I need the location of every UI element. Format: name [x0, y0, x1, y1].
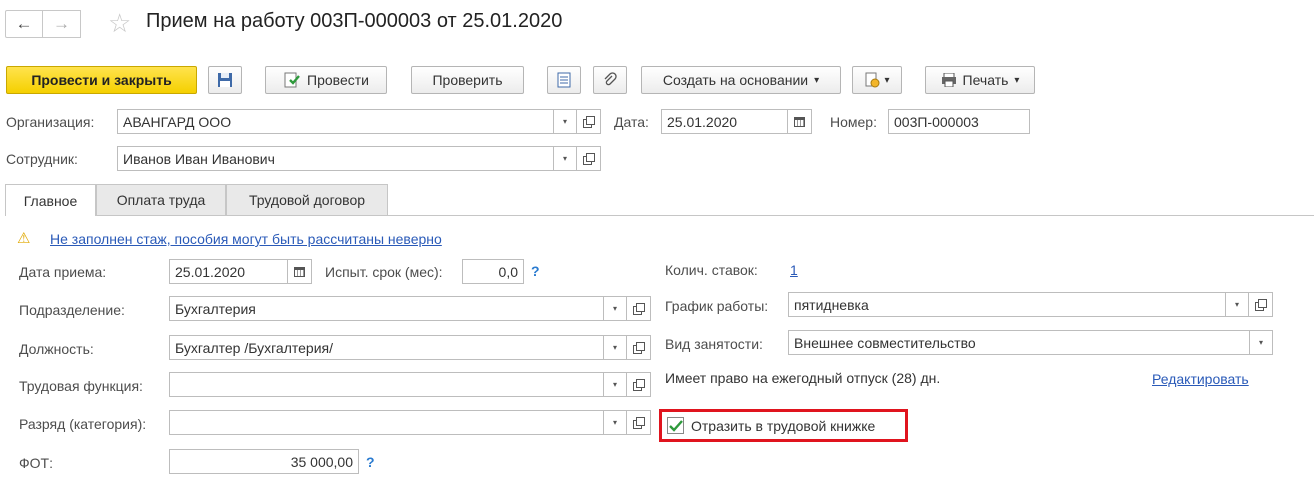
fot-label: ФОТ:: [19, 455, 53, 471]
warning-link[interactable]: Не заполнен стаж, пособия могут быть рас…: [50, 231, 442, 247]
organization-label: Организация:: [6, 114, 95, 130]
date-calendar-button[interactable]: [788, 109, 812, 134]
save-button[interactable]: [208, 66, 242, 94]
create-based-on-button[interactable]: Создать на основании ▾: [641, 66, 841, 94]
grade-label: Разряд (категория):: [19, 416, 147, 432]
employment-label: Вид занятости:: [665, 336, 763, 352]
labor-function-label: Трудовая функция:: [19, 378, 143, 394]
department-field[interactable]: Бухгалтерия: [169, 296, 604, 321]
print-button[interactable]: Печать ▾: [925, 66, 1035, 94]
floppy-disk-icon: [218, 73, 232, 87]
document-list-button[interactable]: [547, 66, 581, 94]
forward-button[interactable]: →: [43, 10, 81, 38]
tab-divider: [5, 215, 1314, 216]
post-document-icon: [284, 72, 300, 88]
grade-open-button[interactable]: [627, 410, 651, 435]
department-open-button[interactable]: [627, 296, 651, 321]
warning-icon: ⚠: [17, 230, 31, 247]
schedule-label: График работы:: [665, 298, 769, 314]
grade-dropdown-button[interactable]: ▾: [604, 410, 627, 435]
workbook-checkbox[interactable]: [667, 417, 684, 434]
tab-main[interactable]: Главное: [5, 184, 96, 216]
back-button[interactable]: ←: [5, 10, 43, 38]
schedule-dropdown-button[interactable]: ▾: [1226, 292, 1249, 317]
chevron-down-icon: ▾: [1014, 74, 1020, 86]
chevron-down-icon: ▾: [612, 343, 617, 352]
date-field[interactable]: 25.01.2020: [661, 109, 788, 134]
rates-link[interactable]: 1: [790, 262, 798, 278]
open-window-icon: [1255, 299, 1267, 311]
employee-dropdown-button[interactable]: ▾: [554, 146, 577, 171]
employee-open-button[interactable]: [577, 146, 601, 171]
labor-function-open-button[interactable]: [627, 372, 651, 397]
position-label: Должность:: [19, 341, 94, 357]
tab-payment[interactable]: Оплата труда: [96, 184, 226, 215]
employee-label: Сотрудник:: [6, 151, 78, 167]
fot-help-icon[interactable]: ?: [366, 454, 375, 470]
labor-function-dropdown-button[interactable]: ▾: [604, 372, 627, 397]
grade-field[interactable]: [169, 410, 604, 435]
chevron-down-icon: ▾: [814, 74, 820, 86]
workbook-checkbox-label[interactable]: Отразить в трудовой книжке: [691, 418, 875, 434]
fot-field[interactable]: 35 000,00: [169, 449, 359, 474]
page-title: Прием на работу 003П-000003 от 25.01.202…: [146, 10, 563, 32]
calendar-icon: [294, 266, 305, 277]
checkmark-icon: [668, 419, 683, 432]
labor-function-field[interactable]: [169, 372, 604, 397]
calendar-icon: [794, 116, 805, 127]
related-documents-icon: [865, 72, 880, 88]
department-label: Подразделение:: [19, 302, 125, 318]
schedule-open-button[interactable]: [1249, 292, 1273, 317]
hire-date-calendar-button[interactable]: [288, 259, 312, 284]
hire-date-label: Дата приема:: [19, 264, 107, 280]
probation-label: Испыт. срок (мес):: [325, 264, 443, 280]
schedule-field[interactable]: пятидневка: [788, 292, 1226, 317]
employment-dropdown-button[interactable]: ▾: [1250, 330, 1273, 355]
chevron-down-icon: ▾: [612, 304, 617, 313]
open-window-icon: [583, 153, 595, 165]
printer-icon: [941, 73, 956, 87]
attach-button[interactable]: [593, 66, 627, 94]
edit-vacation-link[interactable]: Редактировать: [1152, 371, 1249, 387]
chevron-down-icon: ▾: [612, 418, 617, 427]
paperclip-icon: [604, 72, 617, 86]
chevron-down-icon: ▾: [1258, 338, 1263, 347]
employee-field[interactable]: Иванов Иван Иванович: [117, 146, 554, 171]
chevron-down-icon: ▾: [562, 117, 567, 126]
chevron-down-icon: ▾: [612, 380, 617, 389]
employment-field[interactable]: Внешнее совместительство: [788, 330, 1250, 355]
number-field[interactable]: 003П-000003: [888, 109, 1030, 134]
rates-label: Колич. ставок:: [665, 262, 758, 278]
chevron-down-icon: ▾: [884, 74, 890, 86]
number-label: Номер:: [830, 114, 877, 130]
arrow-left-icon: ←: [15, 14, 33, 33]
open-window-icon: [633, 303, 645, 315]
probation-field[interactable]: 0,0: [462, 259, 524, 284]
date-label: Дата:: [614, 114, 649, 130]
probation-help-icon[interactable]: ?: [531, 263, 540, 279]
organization-dropdown-button[interactable]: ▾: [554, 109, 577, 134]
department-dropdown-button[interactable]: ▾: [604, 296, 627, 321]
check-button[interactable]: Проверить: [411, 66, 524, 94]
post-and-close-button[interactable]: Провести и закрыть: [6, 66, 197, 94]
open-window-icon: [583, 116, 595, 128]
position-field[interactable]: Бухгалтер /Бухгалтерия/: [169, 335, 604, 360]
open-window-icon: [633, 379, 645, 391]
position-dropdown-button[interactable]: ▾: [604, 335, 627, 360]
hire-date-field[interactable]: 25.01.2020: [169, 259, 288, 284]
open-window-icon: [633, 342, 645, 354]
open-window-icon: [633, 417, 645, 429]
organization-open-button[interactable]: [577, 109, 601, 134]
organization-field[interactable]: АВАНГАРД ООО: [117, 109, 554, 134]
post-button[interactable]: Провести: [265, 66, 387, 94]
position-open-button[interactable]: [627, 335, 651, 360]
favorite-star-icon[interactable]: ☆: [108, 8, 131, 38]
list-icon: [557, 72, 571, 88]
related-documents-button[interactable]: ▾: [852, 66, 902, 94]
vacation-info: Имеет право на ежегодный отпуск (28) дн.: [665, 370, 941, 386]
chevron-down-icon: ▾: [1234, 300, 1239, 309]
chevron-down-icon: ▾: [562, 154, 567, 163]
arrow-right-icon: →: [53, 14, 70, 33]
tab-labor-contract[interactable]: Трудовой договор: [226, 184, 388, 215]
